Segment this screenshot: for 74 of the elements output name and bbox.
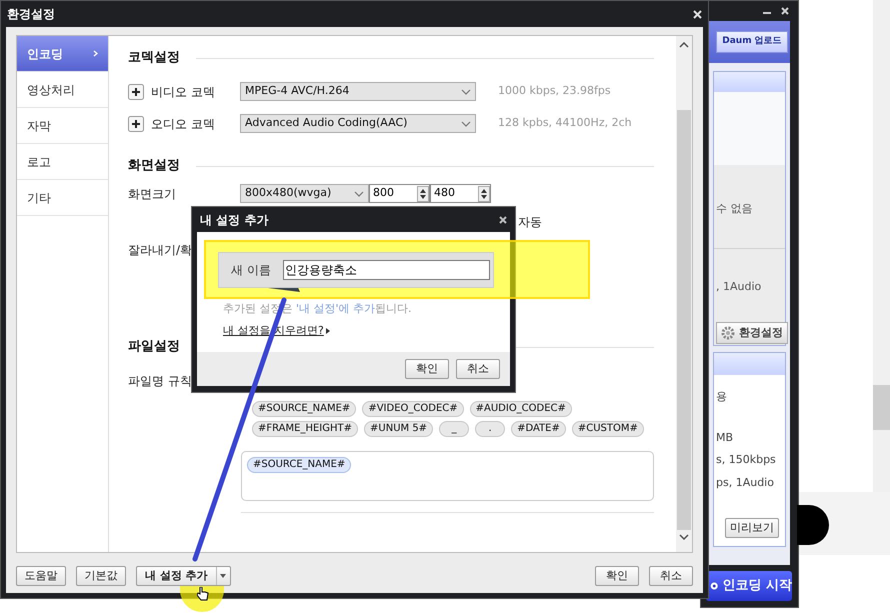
field-label: 새 이름 [231,262,271,279]
scrollbar-thumb[interactable] [677,110,691,530]
token-chip[interactable]: _ [439,421,470,437]
close-icon [499,216,507,224]
sidebar-item[interactable]: 인코딩 [17,36,108,72]
info-text: , 1Audio [715,278,762,294]
dialog-button[interactable]: 확인 [405,359,449,379]
list-text: ps, 1Audio [715,474,775,490]
upload-button[interactable]: Daum 업로드 [716,31,788,53]
resolution-select[interactable]: 800x480(wvga) [240,184,369,203]
chevron-down-icon [354,190,364,196]
section-heading: 화면설정 [128,157,180,176]
footer-button[interactable]: 기본값 [76,566,126,586]
start-encoding-button[interactable]: 인코딩 시작 [706,571,792,601]
field-label: 자동 [518,214,542,231]
token-chip[interactable]: #AUDIO_CODEC# [470,401,572,417]
list-text: 용 [715,389,728,405]
list-text: s, 150kbps [715,452,777,468]
scroll-up-icon [679,42,689,48]
chevron-down-icon [461,120,471,126]
plus-icon [128,84,144,100]
chevron-down-icon [461,88,471,94]
field-label: 비디오 코덱 [151,84,216,100]
info-text: 수 없음 [715,201,754,217]
window-title: 환경설정 [7,6,55,23]
dialog-title: 내 설정 추가 [200,212,268,228]
list-header [714,72,785,92]
spinner-icon [478,186,490,202]
token-chip[interactable]: #DATE# [511,421,566,437]
number-field[interactable]: 800 [369,184,430,203]
number-field[interactable]: 480 [430,184,491,203]
spinner-icon [417,186,429,202]
footer-button[interactable]: 취소 [649,566,693,586]
footer-button[interactable]: 도움말 [16,566,66,586]
pattern-field[interactable]: #SOURCE_NAME# [241,451,654,501]
field-label: 잘라내기/확 [128,242,192,259]
list-text: MB [715,430,734,446]
dialog-button[interactable]: 취소 [456,359,500,379]
token-chip[interactable]: #CUSTOM# [572,421,644,437]
footer-button[interactable]: 확인 [595,566,639,586]
scroll-down-icon [679,534,689,540]
close-icon [693,10,702,18]
gear-icon [721,326,735,340]
token-chip[interactable]: . [475,421,506,437]
hand-cursor-icon [197,587,209,601]
section-heading: 코덱설정 [128,49,180,68]
codec-select[interactable]: Advanced Audio Coding(AAC) [240,114,476,133]
caret-icon [220,574,226,578]
codec-info: 1000 kbps, 23.98fps [498,83,611,100]
field-label: 파일명 규칙 [128,373,192,390]
preview-button[interactable]: 미리보기 [725,518,779,538]
plus-icon [128,116,144,132]
scrollbar-thumb[interactable] [873,385,890,430]
list-header [714,353,785,375]
close-icon [780,6,790,16]
disc-icon [710,580,718,592]
field-label: 화면크기 [128,186,177,202]
token-chip[interactable]: #VIDEO_CODEC# [362,401,464,417]
token-chip[interactable]: #FRAME_HEIGHT# [252,421,358,437]
token-chip[interactable]: #UNUM 5# [364,421,434,437]
name-input[interactable]: 인강용량축소 [282,260,490,280]
codec-info: 128 kpbs, 44100Hz, 2ch [498,115,632,132]
field-label: 오디오 코덱 [151,116,216,132]
settings-button[interactable]: 환경설정 [716,322,788,344]
token-chip: #SOURCE_NAME# [247,457,352,473]
codec-select[interactable]: MPEG-4 AVC/H.264 [240,82,476,101]
chevron-icon [93,50,98,57]
split-button[interactable]: 내 설정 추가 [136,566,231,586]
scrollbar[interactable] [873,0,890,492]
token-chip[interactable]: #SOURCE_NAME# [252,401,356,417]
cursor-highlight [180,586,224,612]
scrollbar[interactable] [676,36,692,552]
caret-icon [326,328,330,334]
section-heading: 파일설정 [128,338,180,356]
